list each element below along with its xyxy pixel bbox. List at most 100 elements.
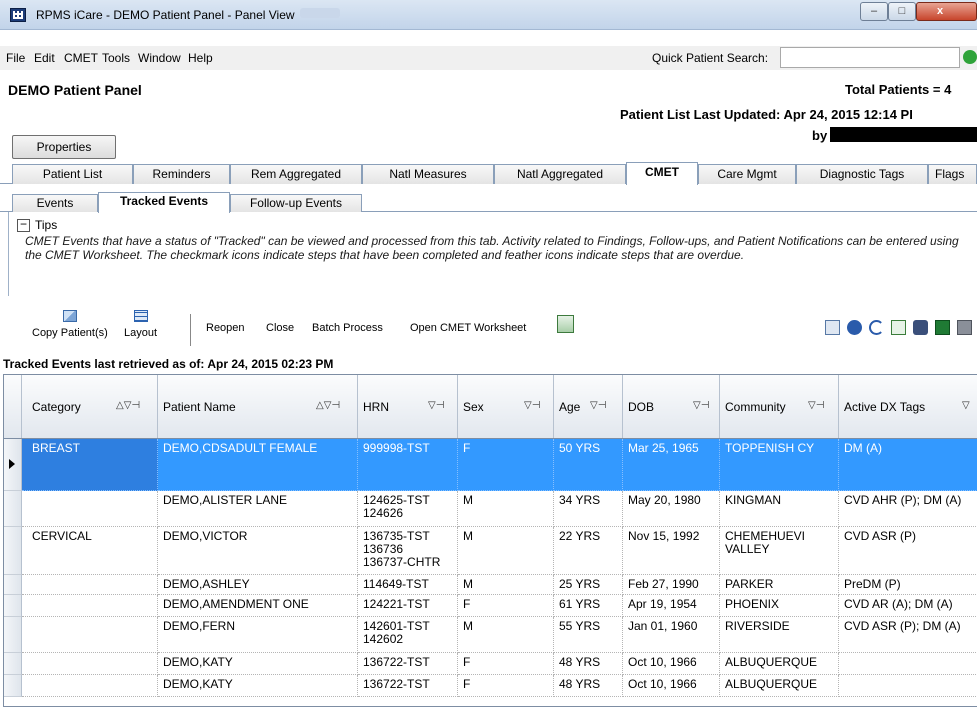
cell-dob: Mar 25, 1965 bbox=[623, 439, 720, 491]
updated-by-label: by bbox=[812, 128, 828, 143]
tab-cmet[interactable]: CMET bbox=[626, 162, 698, 185]
table-row[interactable]: BREAST DEMO,CDSADULT FEMALE 999998-TST F… bbox=[4, 439, 977, 491]
table-row[interactable]: DEMO,FERN 142601-TST 142602 M 55 YRS Jan… bbox=[4, 617, 977, 653]
maximize-button[interactable]: □ bbox=[888, 2, 916, 21]
window-title: RPMS iCare - DEMO Patient Panel - Panel … bbox=[36, 8, 295, 22]
collapse-toggle-icon[interactable]: − bbox=[17, 218, 30, 232]
copy-patients-button[interactable]: Copy Patient(s) bbox=[32, 310, 108, 339]
refresh-icon[interactable] bbox=[891, 320, 906, 335]
table-row[interactable]: DEMO,ALISTER LANE 124625-TST 124626 M 34… bbox=[4, 491, 977, 527]
menu-tools[interactable]: Tools bbox=[102, 51, 130, 65]
col-dob[interactable]: DOB ▽⊣ bbox=[623, 375, 720, 438]
cell-patient-name: DEMO,AMENDMENT ONE bbox=[158, 595, 358, 617]
cell-age: 50 YRS bbox=[554, 439, 623, 491]
col-patient-name[interactable]: Patient Name △▽⊣ bbox=[158, 375, 358, 438]
cell-patient-name: DEMO,CDSADULT FEMALE bbox=[158, 439, 358, 491]
col-age[interactable]: Age ▽⊣ bbox=[554, 375, 623, 438]
open-cmet-worksheet-button[interactable]: Open CMET Worksheet bbox=[410, 322, 526, 334]
quick-search-input[interactable] bbox=[780, 47, 960, 68]
col-patient-name-label: Patient Name bbox=[163, 400, 236, 414]
row-selector[interactable] bbox=[4, 527, 22, 575]
cell-community: TOPPENISH CY bbox=[720, 439, 839, 491]
search-go-icon[interactable] bbox=[963, 50, 977, 64]
cell-category bbox=[22, 653, 158, 675]
menu-window[interactable]: Window bbox=[138, 51, 181, 65]
col-category[interactable]: Category △▽⊣ bbox=[22, 375, 158, 438]
report-icon[interactable] bbox=[825, 320, 840, 335]
col-hrn-label: HRN bbox=[363, 400, 389, 414]
tab-tracked-events[interactable]: Tracked Events bbox=[98, 192, 230, 213]
reopen-button[interactable]: Reopen bbox=[206, 322, 245, 334]
table-row[interactable]: DEMO,KATY 136722-TST F 48 YRS Oct 10, 19… bbox=[4, 675, 977, 697]
sort-filter-pin-icon[interactable]: △▽⊣ bbox=[316, 400, 340, 411]
col-hrn[interactable]: HRN ▽⊣ bbox=[358, 375, 458, 438]
grid-header: Category △▽⊣ Patient Name △▽⊣ HRN ▽⊣ Sex ▽⊣ … bbox=[4, 375, 977, 439]
filter-pin-icon[interactable]: ▽⊣ bbox=[428, 400, 444, 411]
main-tabs: Patient List Reminders Rem Aggregated Na… bbox=[0, 162, 977, 185]
table-row[interactable]: CERVICAL DEMO,VICTOR 136735-TST 136736 1… bbox=[4, 527, 977, 575]
table-row[interactable]: DEMO,KATY 136722-TST F 48 YRS Oct 10, 19… bbox=[4, 653, 977, 675]
cell-hrn: 136722-TST bbox=[358, 653, 458, 675]
row-selector[interactable] bbox=[4, 595, 22, 617]
col-community-label: Community bbox=[725, 400, 786, 414]
tab-natl-aggregated[interactable]: Natl Aggregated bbox=[494, 164, 626, 184]
row-selector[interactable] bbox=[4, 491, 22, 527]
tab-events[interactable]: Events bbox=[12, 194, 98, 212]
table-row[interactable]: DEMO,ASHLEY 114649-TST M 25 YRS Feb 27, … bbox=[4, 575, 977, 595]
tab-reminders[interactable]: Reminders bbox=[133, 164, 230, 184]
close-window-button[interactable]: x bbox=[916, 2, 977, 21]
cell-category bbox=[22, 575, 158, 595]
col-active-dx-tags[interactable]: Active DX Tags ▽ bbox=[839, 375, 977, 438]
cell-dx-tags bbox=[839, 653, 977, 675]
row-selector[interactable] bbox=[4, 575, 22, 595]
current-row-arrow-icon bbox=[9, 459, 15, 469]
layout-button[interactable]: Layout bbox=[124, 310, 157, 339]
print-icon[interactable] bbox=[957, 320, 972, 335]
cell-age: 61 YRS bbox=[554, 595, 623, 617]
filter-pin-icon[interactable]: ▽⊣ bbox=[524, 400, 540, 411]
binoculars-icon[interactable] bbox=[913, 320, 928, 335]
cell-dx-tags: DM (A) bbox=[839, 439, 977, 491]
excel-icon[interactable] bbox=[935, 320, 950, 335]
row-selector[interactable] bbox=[4, 653, 22, 675]
undo-icon[interactable] bbox=[869, 320, 884, 335]
cell-category bbox=[22, 595, 158, 617]
menu-file[interactable]: File bbox=[6, 51, 25, 65]
help-icon[interactable] bbox=[847, 320, 862, 335]
col-sex[interactable]: Sex ▽⊣ bbox=[458, 375, 554, 438]
cell-dob: Jan 01, 1960 bbox=[623, 617, 720, 653]
menu-edit[interactable]: Edit bbox=[34, 51, 55, 65]
worksheet-icon[interactable] bbox=[557, 315, 574, 333]
filter-pin-icon[interactable]: ▽⊣ bbox=[693, 400, 709, 411]
cell-sex: M bbox=[458, 617, 554, 653]
tab-diagnostic-tags[interactable]: Diagnostic Tags bbox=[796, 164, 928, 184]
filter-pin-icon[interactable]: ▽⊣ bbox=[590, 400, 606, 411]
row-selector[interactable] bbox=[4, 439, 22, 491]
cell-community: CHEMEHUEVI VALLEY bbox=[720, 527, 839, 575]
table-row[interactable]: DEMO,AMENDMENT ONE 124221-TST F 61 YRS A… bbox=[4, 595, 977, 617]
sort-filter-pin-icon[interactable]: △▽⊣ bbox=[116, 400, 140, 411]
quick-search-label: Quick Patient Search: bbox=[652, 51, 769, 65]
filter-pin-icon[interactable]: ▽⊣ bbox=[808, 400, 824, 411]
tab-natl-measures[interactable]: Natl Measures bbox=[362, 164, 494, 184]
menu-help[interactable]: Help bbox=[188, 51, 213, 65]
row-selector[interactable] bbox=[4, 617, 22, 653]
tab-care-mgmt[interactable]: Care Mgmt bbox=[698, 164, 796, 184]
cell-age: 25 YRS bbox=[554, 575, 623, 595]
cell-patient-name: DEMO,FERN bbox=[158, 617, 358, 653]
batch-process-button[interactable]: Batch Process bbox=[312, 322, 383, 334]
cell-community: ALBUQUERQUE bbox=[720, 653, 839, 675]
filter-icon[interactable]: ▽ bbox=[962, 400, 970, 411]
col-community[interactable]: Community ▽⊣ bbox=[720, 375, 839, 438]
properties-button[interactable]: Properties bbox=[12, 135, 116, 159]
tab-patient-list[interactable]: Patient List bbox=[12, 164, 133, 184]
row-selector[interactable] bbox=[4, 675, 22, 697]
minimize-button[interactable]: – bbox=[860, 2, 888, 21]
tab-rem-aggregated[interactable]: Rem Aggregated bbox=[230, 164, 362, 184]
tab-follow-up-events[interactable]: Follow-up Events bbox=[230, 194, 362, 212]
close-button[interactable]: Close bbox=[266, 322, 294, 334]
tab-flags[interactable]: Flags bbox=[928, 164, 977, 184]
panel-title: DEMO Patient Panel bbox=[8, 82, 142, 98]
menu-cmet[interactable]: CMET bbox=[64, 51, 98, 65]
cell-sex: F bbox=[458, 595, 554, 617]
